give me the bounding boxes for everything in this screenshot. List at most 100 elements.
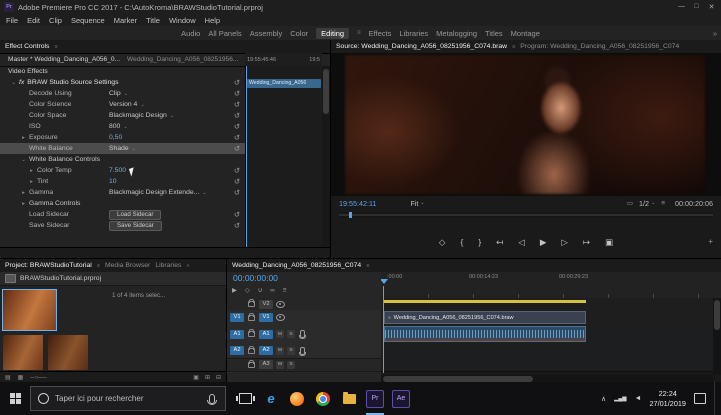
panel-menu-icon[interactable]: ≡ xyxy=(512,44,515,50)
group-expand-icon[interactable]: ⌄ xyxy=(18,157,29,163)
color-science-dropdown[interactable]: Version 4⌄ xyxy=(109,101,145,108)
reset-effect-icon[interactable]: ↺ xyxy=(231,78,243,87)
source-current-timecode[interactable]: 19:55:42:11 xyxy=(339,199,376,208)
mute-button[interactable]: M xyxy=(276,347,284,355)
track-output-icon[interactable] xyxy=(276,301,285,308)
source-scrubber[interactable] xyxy=(339,212,713,218)
reset-param-icon[interactable]: ↺ xyxy=(231,188,243,197)
lock-icon[interactable] xyxy=(248,331,255,337)
go-to-in-icon[interactable]: ↤ xyxy=(496,237,503,248)
color-space-dropdown[interactable]: Blackmagic Design⌄ xyxy=(109,112,174,119)
sequence-clip-tab[interactable]: Wedding_Dancing_A056_08251956... xyxy=(127,56,238,63)
add-marker-icon[interactable]: ◇ xyxy=(245,287,250,294)
menu-title[interactable]: Title xyxy=(146,16,160,25)
track-badge-v2[interactable]: V2 xyxy=(259,300,273,309)
timeline-vscrollbar[interactable] xyxy=(713,298,721,375)
reset-param-icon[interactable]: ↺ xyxy=(231,133,243,142)
reset-param-icon[interactable]: ↺ xyxy=(231,166,243,175)
group-expand-icon[interactable]: ▸ xyxy=(18,201,29,207)
param-expand-icon[interactable]: ▸ xyxy=(18,190,29,196)
lock-icon[interactable] xyxy=(248,301,255,307)
menu-file[interactable]: File xyxy=(6,16,18,25)
reset-param-icon[interactable]: ↺ xyxy=(231,221,243,230)
track-badge-a3[interactable]: A3 xyxy=(259,360,273,369)
workspace-tab-montage[interactable]: Montage xyxy=(511,29,540,38)
maximize-button[interactable]: □ xyxy=(689,3,704,11)
mini-timeline-playhead[interactable] xyxy=(246,66,247,248)
linked-selection-icon[interactable]: ∞ xyxy=(270,287,275,294)
settings-icon[interactable]: ≡ xyxy=(661,200,665,207)
workspace-tab-libraries[interactable]: Libraries xyxy=(399,29,428,38)
param-expand-icon[interactable]: ▸ xyxy=(26,168,37,174)
list-view-icon[interactable]: ▤ xyxy=(5,374,11,381)
add-marker-icon[interactable]: ◇ xyxy=(439,237,446,248)
workspace-tab-audio[interactable]: Audio xyxy=(181,29,200,38)
group-gamma-controls[interactable]: ▸ Gamma Controls xyxy=(0,198,245,209)
reset-param-icon[interactable]: ↺ xyxy=(231,122,243,131)
zoom-slider[interactable]: ─○── xyxy=(30,375,46,381)
audio-clip[interactable] xyxy=(384,326,586,342)
menu-sequence[interactable]: Sequence xyxy=(71,16,105,25)
mark-in-icon[interactable]: { xyxy=(460,237,463,247)
menu-help[interactable]: Help xyxy=(205,16,220,25)
decode-using-dropdown[interactable]: Clip⌄ xyxy=(109,90,128,97)
workspace-tab-editing[interactable]: Editing xyxy=(316,28,349,39)
clip-thumbnail[interactable] xyxy=(3,335,43,370)
timeline-ruler[interactable]: :00:00 00:00:14:23 00:00:29:23 xyxy=(381,272,721,299)
reset-param-icon[interactable]: ↺ xyxy=(231,89,243,98)
mute-button[interactable]: M xyxy=(276,361,284,369)
master-clip-tab[interactable]: Master * Wedding_Dancing_A056_0... xyxy=(8,56,120,63)
close-button[interactable]: ✕ xyxy=(704,3,719,11)
timeline-playhead[interactable] xyxy=(383,286,384,373)
project-file-item[interactable]: BRAWStudioTutorial.prproj xyxy=(0,272,226,286)
icon-view-icon[interactable]: ▦ xyxy=(18,374,24,381)
reset-param-icon[interactable]: ↺ xyxy=(231,100,243,109)
white-balance-dropdown[interactable]: Shade⌄ xyxy=(109,145,136,152)
load-sidecar-button[interactable]: Load Sidecar xyxy=(109,210,161,220)
playback-resolution-dropdown[interactable]: 1/2⌄ xyxy=(639,199,655,208)
fx-badge-icon[interactable]: fx xyxy=(19,79,24,86)
mute-button[interactable]: M xyxy=(276,330,284,338)
tab-media-browser[interactable]: Media Browser xyxy=(105,262,150,269)
lock-icon[interactable] xyxy=(248,315,255,321)
comparison-view-icon[interactable]: ▭ xyxy=(627,199,633,207)
tab-libraries[interactable]: Libraries xyxy=(155,262,181,269)
tab-source-monitor[interactable]: Source: Wedding_Dancing_A056_08251956_C0… xyxy=(336,43,507,50)
workspace-tab-assembly[interactable]: Assembly xyxy=(250,29,283,38)
start-button[interactable] xyxy=(0,382,30,415)
edge-taskbar-icon[interactable]: e xyxy=(258,382,284,415)
tab-project[interactable]: Project: BRAWStudioTutorial xyxy=(5,262,92,269)
voiceover-mic-icon[interactable] xyxy=(300,347,305,355)
effect-expand-icon[interactable]: ⌄ xyxy=(8,80,19,86)
premiere-taskbar-icon[interactable]: Pr xyxy=(362,382,388,415)
param-expand-icon[interactable]: ▸ xyxy=(26,179,37,185)
track-output-icon[interactable] xyxy=(276,314,285,321)
source-patch-v1[interactable]: V1 xyxy=(230,313,244,322)
group-white-balance-controls[interactable]: ⌄ White Balance Controls xyxy=(0,154,245,165)
video-clip[interactable]: ≡ Wedding_Dancing_A056_08251956_C074.bra… xyxy=(384,311,586,324)
delete-icon[interactable]: ⊟ xyxy=(216,374,221,381)
workspace-tab-color[interactable]: Color xyxy=(290,29,308,38)
panel-menu-icon[interactable]: ≡ xyxy=(366,263,369,269)
effect-row-braw-studio[interactable]: ⌄ fx BRAW Studio Source Settings ↺ xyxy=(0,77,245,88)
menu-window[interactable]: Window xyxy=(169,16,196,25)
param-expand-icon[interactable]: ▸ xyxy=(18,135,29,141)
tint-value[interactable]: 10 xyxy=(109,178,117,185)
reset-param-icon[interactable]: ↺ xyxy=(231,177,243,186)
workspace-overflow-icon[interactable]: » xyxy=(713,29,717,38)
workspace-tab-all-panels[interactable]: All Panels xyxy=(208,29,241,38)
after-effects-taskbar-icon[interactable]: Ae xyxy=(388,382,414,415)
play-button[interactable]: ▶ xyxy=(540,237,547,248)
track-badge-a1[interactable]: A1 xyxy=(259,330,273,339)
reset-param-icon[interactable]: ↺ xyxy=(231,144,243,153)
tab-program-monitor[interactable]: Program: Wedding_Dancing_A056_08251956_C… xyxy=(520,43,679,50)
iso-dropdown[interactable]: 800⌄ xyxy=(109,123,128,130)
snap-icon[interactable]: ∪ xyxy=(258,287,263,294)
track-badge-v1[interactable]: V1 xyxy=(259,313,273,322)
track-lane-a2[interactable] xyxy=(381,343,721,359)
show-desktop-button[interactable] xyxy=(714,382,719,415)
file-explorer-taskbar-icon[interactable] xyxy=(336,382,362,415)
search-mic-icon[interactable] xyxy=(209,394,215,404)
export-frame-icon[interactable]: ▣ xyxy=(605,237,613,248)
task-view-button[interactable] xyxy=(232,382,258,415)
